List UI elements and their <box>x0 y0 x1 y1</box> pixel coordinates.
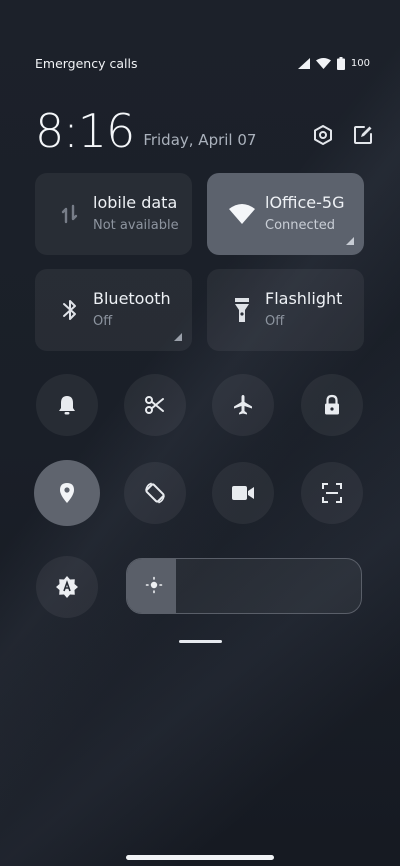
airplane-icon <box>234 395 252 415</box>
clock-row: 8:16 Friday, April 07 <box>35 100 374 156</box>
edit-button[interactable] <box>352 124 374 146</box>
date[interactable]: Friday, April 07 <box>143 131 256 149</box>
quick-settings-screen: Emergency calls o 100 8:16 Friday, April… <box>0 0 400 866</box>
wifi-network-name: lOffice-5G <box>265 193 345 212</box>
mobile-data-icon <box>55 199 85 229</box>
home-indicator[interactable] <box>126 855 274 860</box>
brightness-sun-icon <box>145 576 163 594</box>
screenshot-toggle[interactable] <box>124 374 186 436</box>
status-carrier-text: Emergency calls o <box>35 55 137 71</box>
settings-button[interactable] <box>312 124 334 146</box>
settings-hexagon-icon <box>314 125 332 145</box>
wifi-status: Connected <box>265 218 336 233</box>
flashlight-status: Off <box>265 314 285 329</box>
sound-toggle[interactable] <box>36 374 98 436</box>
flashlight-tile[interactable]: Flashlight Off <box>207 269 364 351</box>
header-actions <box>312 124 374 146</box>
location-icon <box>60 483 74 503</box>
status-bar: Emergency calls o 100 <box>35 52 370 74</box>
auto-rotate-toggle[interactable] <box>124 462 186 524</box>
lock-icon <box>325 394 339 415</box>
scan-toggle[interactable] <box>301 462 363 524</box>
wifi-status-icon <box>315 57 331 69</box>
airplane-mode-toggle[interactable] <box>212 374 274 436</box>
wifi-expand-corner-icon[interactable] <box>346 237 354 245</box>
wifi-icon <box>227 199 257 229</box>
auto-brightness-toggle[interactable] <box>36 556 98 618</box>
battery-percent: 100 <box>350 57 370 69</box>
bell-icon <box>59 396 75 415</box>
bluetooth-tile[interactable]: Bluetooth Off <box>35 269 192 351</box>
clock[interactable]: 8:16 <box>35 106 135 156</box>
bluetooth-icon <box>55 295 85 325</box>
scissors-icon <box>145 396 164 414</box>
screen-record-toggle[interactable] <box>212 462 274 524</box>
edit-icon <box>354 126 372 144</box>
brightness-slider[interactable] <box>126 558 362 614</box>
video-camera-icon <box>232 486 254 500</box>
signal-icon <box>297 57 310 69</box>
auto-rotate-icon <box>145 482 165 504</box>
status-icons: 100 <box>297 56 370 70</box>
wifi-tile[interactable]: lOffice-5G Connected <box>207 173 364 255</box>
panel-drag-handle[interactable] <box>179 640 222 643</box>
flashlight-icon <box>227 295 257 325</box>
location-toggle[interactable] <box>34 460 100 526</box>
mobile-data-title: lobile data <box>93 193 178 212</box>
lock-toggle[interactable] <box>301 374 363 436</box>
flashlight-title: Flashlight <box>265 289 343 308</box>
mobile-data-status: Not available <box>93 218 179 233</box>
bluetooth-status: Off <box>93 314 113 329</box>
battery-icon <box>336 56 345 70</box>
scan-icon <box>322 483 342 503</box>
bluetooth-title: Bluetooth <box>93 289 171 308</box>
auto-brightness-icon <box>56 576 78 598</box>
bluetooth-expand-corner-icon[interactable] <box>174 333 182 341</box>
mobile-data-tile[interactable]: lobile data Not available <box>35 173 192 255</box>
